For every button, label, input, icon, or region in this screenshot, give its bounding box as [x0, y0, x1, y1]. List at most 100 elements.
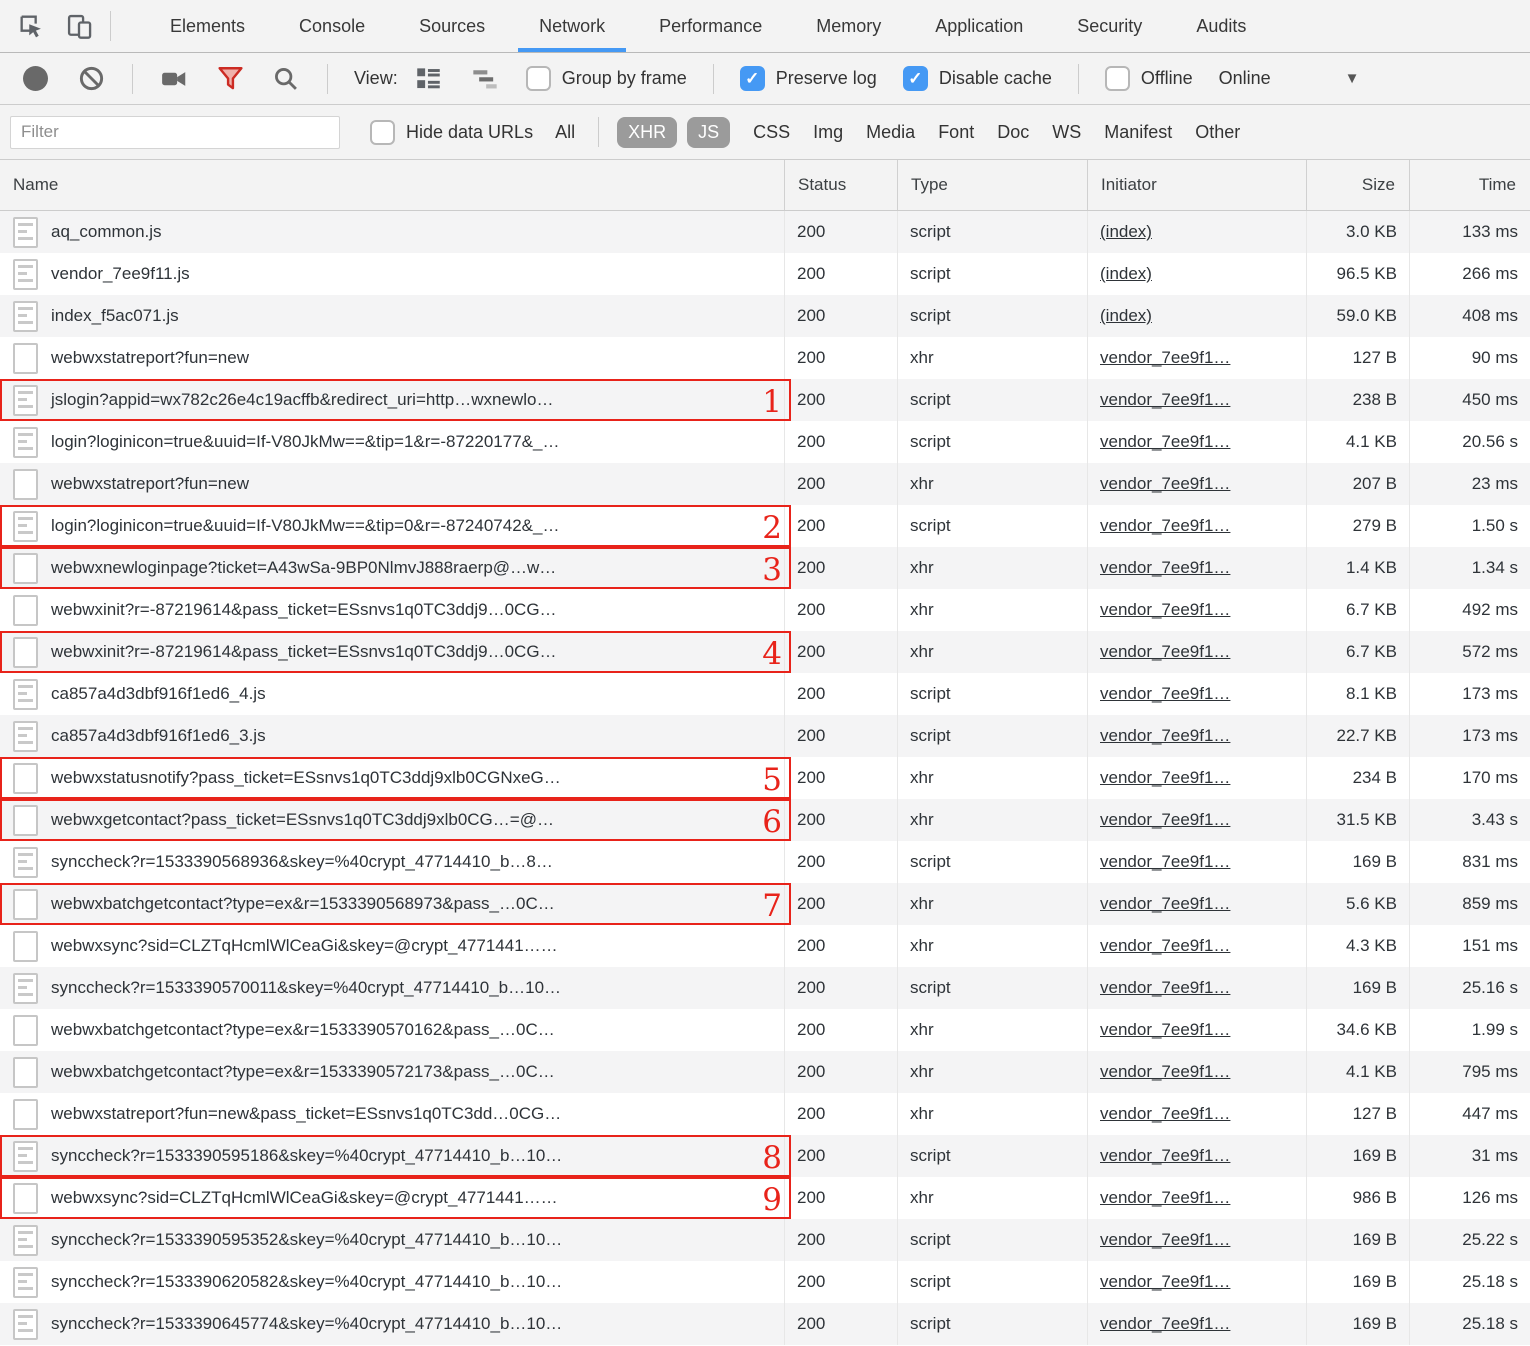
- table-row[interactable]: webwxinit?r=-87219614&pass_ticket=ESsnvs…: [0, 631, 1530, 673]
- clear-icon[interactable]: [76, 64, 106, 94]
- type-filter-media[interactable]: Media: [866, 122, 915, 143]
- table-row[interactable]: webwxstatreport?fun=new 200 xhr vendor_7…: [0, 463, 1530, 505]
- type-filter-xhr[interactable]: XHR: [617, 116, 678, 148]
- table-row[interactable]: webwxbatchgetcontact?type=ex&r=153339056…: [0, 883, 1530, 925]
- type-filter-manifest[interactable]: Manifest: [1104, 122, 1172, 143]
- table-row[interactable]: synccheck?r=1533390620582&skey=%40crypt_…: [0, 1261, 1530, 1303]
- initiator-link[interactable]: vendor_7ee9f1…: [1100, 558, 1230, 578]
- initiator-link[interactable]: vendor_7ee9f1…: [1100, 936, 1230, 956]
- table-row[interactable]: webwxnewloginpage?ticket=A43wSa-9BP0Nlmv…: [0, 547, 1530, 589]
- preserve-log-checkbox[interactable]: ✓ Preserve log: [739, 66, 877, 91]
- initiator-link[interactable]: vendor_7ee9f1…: [1100, 1062, 1230, 1082]
- tab-memory[interactable]: Memory: [789, 0, 908, 52]
- type-filter-other[interactable]: Other: [1195, 122, 1240, 143]
- tab-console[interactable]: Console: [272, 0, 392, 52]
- tab-security[interactable]: Security: [1050, 0, 1169, 52]
- overview-waterfall-icon[interactable]: [470, 64, 500, 94]
- initiator-link[interactable]: vendor_7ee9f1…: [1100, 1146, 1230, 1166]
- initiator-link[interactable]: vendor_7ee9f1…: [1100, 1314, 1230, 1334]
- type-filter-ws[interactable]: WS: [1052, 122, 1081, 143]
- filter-bar: ✓ Hide data URLs All XHR JS CSS Img Media Fon…: [0, 105, 1530, 160]
- initiator-link[interactable]: vendor_7ee9f1…: [1100, 810, 1230, 830]
- initiator-link[interactable]: vendor_7ee9f1…: [1100, 1272, 1230, 1292]
- type-filter-doc[interactable]: Doc: [997, 122, 1029, 143]
- initiator-link[interactable]: vendor_7ee9f1…: [1100, 432, 1230, 452]
- column-header-initiator[interactable]: Initiator: [1088, 160, 1307, 210]
- tab-elements[interactable]: Elements: [143, 0, 272, 52]
- chevron-down-icon[interactable]: ▼: [1345, 70, 1360, 87]
- hide-data-urls-checkbox[interactable]: ✓ Hide data URLs: [370, 119, 533, 145]
- screenshot-camera-icon[interactable]: [159, 64, 189, 94]
- filter-funnel-icon[interactable]: [215, 64, 245, 94]
- table-row[interactable]: synccheck?r=1533390645774&skey=%40crypt_…: [0, 1303, 1530, 1345]
- offline-checkbox[interactable]: ✓ Offline: [1104, 66, 1193, 91]
- initiator-link[interactable]: vendor_7ee9f1…: [1100, 348, 1230, 368]
- column-header-size[interactable]: Size: [1307, 160, 1410, 210]
- table-row[interactable]: synccheck?r=1533390570011&skey=%40crypt_…: [0, 967, 1530, 1009]
- inspect-element-icon[interactable]: [14, 9, 48, 43]
- table-row[interactable]: synccheck?r=1533390595352&skey=%40crypt_…: [0, 1219, 1530, 1261]
- initiator-link[interactable]: vendor_7ee9f1…: [1100, 1104, 1230, 1124]
- initiator-link[interactable]: (index): [1100, 222, 1152, 242]
- column-header-type[interactable]: Type: [898, 160, 1088, 210]
- table-row[interactable]: login?loginicon=true&uuid=If-V80JkMw==&t…: [0, 505, 1530, 547]
- tab-application[interactable]: Application: [908, 0, 1050, 52]
- table-row[interactable]: webwxgetcontact?pass_ticket=ESsnvs1q0TC3…: [0, 799, 1530, 841]
- initiator-link[interactable]: vendor_7ee9f1…: [1100, 1020, 1230, 1040]
- initiator-link[interactable]: vendor_7ee9f1…: [1100, 894, 1230, 914]
- column-header-time[interactable]: Time: [1410, 160, 1530, 210]
- table-row[interactable]: jslogin?appid=wx782c26e4c19acffb&redirec…: [0, 379, 1530, 421]
- tab-network[interactable]: Network: [512, 0, 632, 52]
- throttling-select[interactable]: Online: [1219, 68, 1271, 89]
- table-row[interactable]: ca857a4d3dbf916f1ed6_3.js 200 script ven…: [0, 715, 1530, 757]
- initiator-link[interactable]: (index): [1100, 306, 1152, 326]
- initiator-link[interactable]: vendor_7ee9f1…: [1100, 1188, 1230, 1208]
- disable-cache-checkbox[interactable]: ✓ Disable cache: [902, 66, 1052, 91]
- table-row[interactable]: webwxstatusnotify?pass_ticket=ESsnvs1q0T…: [0, 757, 1530, 799]
- initiator-link[interactable]: vendor_7ee9f1…: [1100, 642, 1230, 662]
- initiator-link[interactable]: vendor_7ee9f1…: [1100, 768, 1230, 788]
- type-filter-font[interactable]: Font: [938, 122, 974, 143]
- type-filter-js[interactable]: JS: [687, 116, 731, 148]
- search-icon[interactable]: [271, 64, 301, 94]
- initiator-link[interactable]: vendor_7ee9f1…: [1100, 684, 1230, 704]
- group-by-frame-checkbox[interactable]: ✓ Group by frame: [525, 66, 687, 91]
- initiator-link[interactable]: (index): [1100, 264, 1152, 284]
- type-filter-img[interactable]: Img: [813, 122, 843, 143]
- device-toolbar-icon[interactable]: [62, 9, 96, 43]
- table-row[interactable]: vendor_7ee9f11.js 200 script (index) 96.…: [0, 253, 1530, 295]
- table-row[interactable]: webwxstatreport?fun=new 200 xhr vendor_7…: [0, 337, 1530, 379]
- table-row[interactable]: index_f5ac071.js 200 script (index) 59.0…: [0, 295, 1530, 337]
- table-row[interactable]: synccheck?r=1533390595186&skey=%40crypt_…: [0, 1135, 1530, 1177]
- table-row[interactable]: login?loginicon=true&uuid=If-V80JkMw==&t…: [0, 421, 1530, 463]
- divider: [598, 117, 600, 147]
- table-row[interactable]: synccheck?r=1533390568936&skey=%40crypt_…: [0, 841, 1530, 883]
- initiator-link[interactable]: vendor_7ee9f1…: [1100, 390, 1230, 410]
- initiator-link[interactable]: vendor_7ee9f1…: [1100, 978, 1230, 998]
- column-header-name[interactable]: Name: [0, 160, 785, 210]
- table-row[interactable]: webwxsync?sid=CLZTqHcmlWlCeaGi&skey=@cry…: [0, 925, 1530, 967]
- table-row[interactable]: webwxinit?r=-87219614&pass_ticket=ESsnvs…: [0, 589, 1530, 631]
- type-filter-all[interactable]: All: [555, 122, 575, 143]
- table-row[interactable]: webwxbatchgetcontact?type=ex&r=153339057…: [0, 1009, 1530, 1051]
- type-filter-css[interactable]: CSS: [753, 122, 790, 143]
- initiator-link[interactable]: vendor_7ee9f1…: [1100, 726, 1230, 746]
- table-row[interactable]: aq_common.js 200 script (index) 3.0 KB 1…: [0, 211, 1530, 253]
- table-row[interactable]: webwxbatchgetcontact?type=ex&r=153339057…: [0, 1051, 1530, 1093]
- table-row[interactable]: webwxsync?sid=CLZTqHcmlWlCeaGi&skey=@cry…: [0, 1177, 1530, 1219]
- tab-audits[interactable]: Audits: [1169, 0, 1273, 52]
- column-header-status[interactable]: Status: [785, 160, 898, 210]
- initiator-link[interactable]: vendor_7ee9f1…: [1100, 1230, 1230, 1250]
- initiator-link[interactable]: vendor_7ee9f1…: [1100, 852, 1230, 872]
- large-rows-view-icon[interactable]: [414, 64, 444, 94]
- table-row[interactable]: webwxstatreport?fun=new&pass_ticket=ESsn…: [0, 1093, 1530, 1135]
- table-row[interactable]: ca857a4d3dbf916f1ed6_4.js 200 script ven…: [0, 673, 1530, 715]
- tab-sources[interactable]: Sources: [392, 0, 512, 52]
- initiator-link[interactable]: vendor_7ee9f1…: [1100, 516, 1230, 536]
- filter-input[interactable]: [10, 115, 340, 149]
- tab-performance[interactable]: Performance: [632, 0, 789, 52]
- record-button[interactable]: [20, 64, 50, 94]
- size-cell: 4.1 KB: [1307, 421, 1410, 463]
- initiator-link[interactable]: vendor_7ee9f1…: [1100, 474, 1230, 494]
- initiator-link[interactable]: vendor_7ee9f1…: [1100, 600, 1230, 620]
